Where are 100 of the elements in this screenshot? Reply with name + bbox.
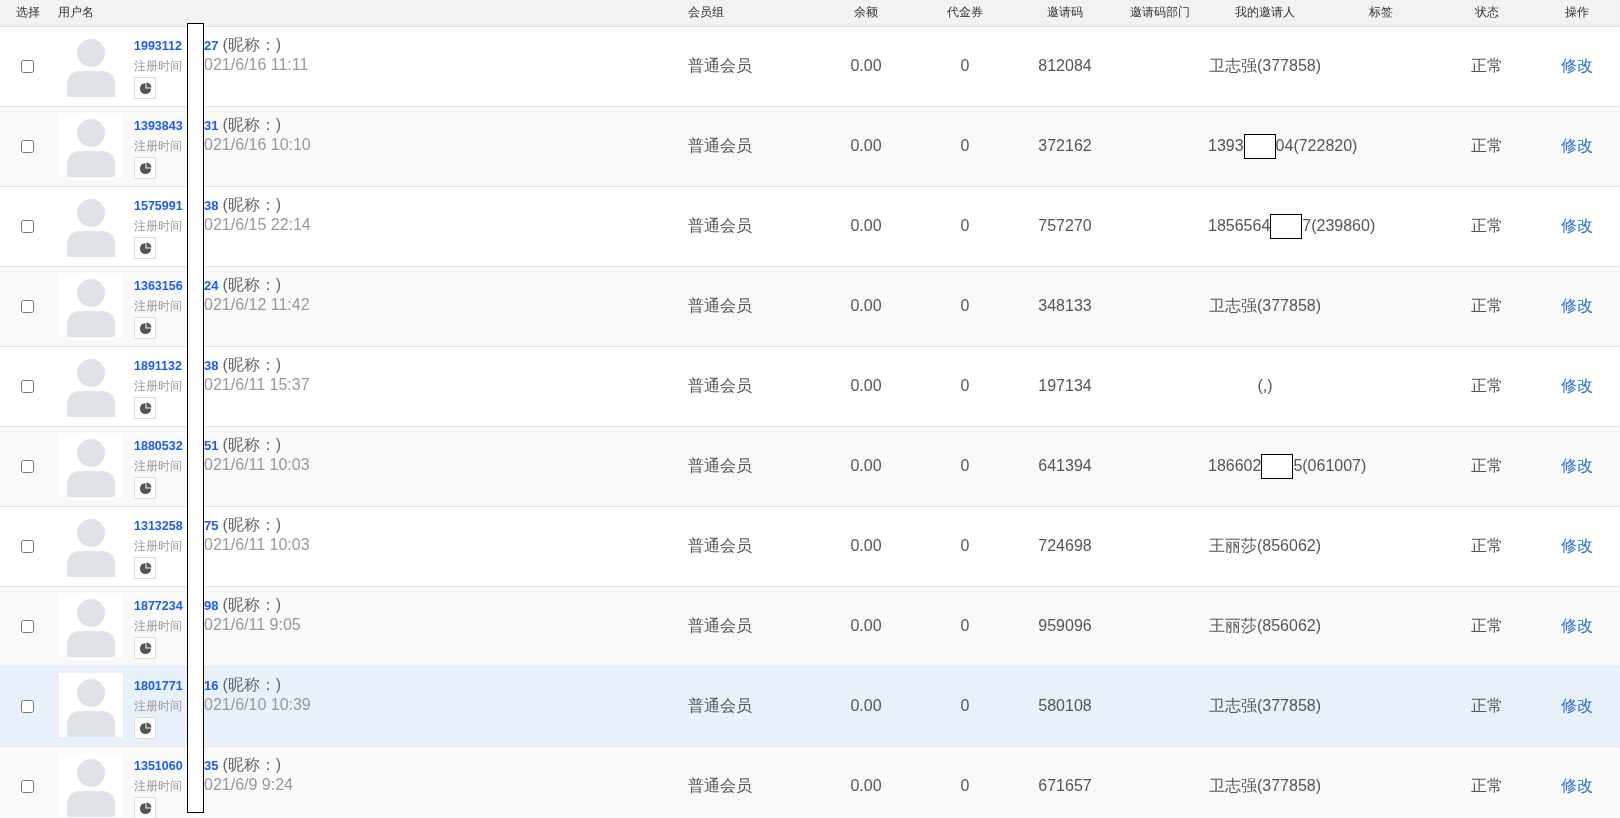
chart-button[interactable]: [134, 77, 156, 99]
row-checkbox[interactable]: [21, 699, 34, 713]
inviter-name: 1393: [1208, 136, 1244, 154]
column-header: 标签: [1369, 5, 1393, 20]
inviter-name: 卫志强(377858): [1208, 296, 1321, 314]
pie-chart-icon: [138, 401, 152, 415]
username: 1891132: [134, 359, 183, 373]
register-label: 注册时间: [134, 458, 183, 475]
status-text: 正常: [1471, 56, 1503, 74]
chart-button[interactable]: [134, 797, 156, 818]
status-text: 正常: [1471, 776, 1503, 794]
pie-chart-icon: [138, 81, 152, 95]
row-checkbox[interactable]: [21, 299, 34, 313]
status-text: 正常: [1471, 376, 1503, 394]
balance: 0.00: [850, 57, 882, 74]
username: 1575991: [134, 199, 184, 213]
invite-code: 348133: [1038, 297, 1092, 314]
member-group: 普通会员: [688, 616, 752, 634]
row-checkbox[interactable]: [21, 219, 34, 233]
balance: 0.00: [850, 217, 882, 234]
row-checkbox[interactable]: [21, 139, 34, 153]
voucher-count: 0: [960, 57, 970, 74]
column-header: 代金券: [947, 5, 983, 20]
register-time: 021/6/12 11:42: [204, 296, 310, 314]
member-group: 普通会员: [688, 136, 752, 154]
edit-link[interactable]: 修改: [1561, 696, 1593, 714]
row-checkbox[interactable]: [21, 459, 34, 473]
pie-chart-icon: [138, 801, 152, 815]
status-text: 正常: [1471, 216, 1503, 234]
register-label: 注册时间: [134, 218, 183, 235]
chart-button[interactable]: [134, 557, 156, 579]
edit-link[interactable]: 修改: [1561, 376, 1593, 394]
status-text: 正常: [1471, 456, 1503, 474]
row-checkbox[interactable]: [21, 379, 34, 393]
member-group: 普通会员: [688, 696, 752, 714]
row-checkbox[interactable]: [21, 619, 34, 633]
register-label: 注册时间: [134, 538, 183, 555]
edit-link[interactable]: 修改: [1561, 616, 1593, 634]
status-text: 正常: [1471, 696, 1503, 714]
redaction-box: [1270, 213, 1303, 239]
register-time: 021/6/16 11:11: [204, 56, 309, 74]
inviter-name: 5(061007): [1293, 456, 1367, 474]
username: 24: [204, 278, 219, 293]
inviter-name: 卫志强(377858): [1208, 776, 1321, 794]
register-label: 注册时间: [134, 58, 183, 75]
register-time: 021/6/11 9:05: [204, 616, 301, 634]
edit-link[interactable]: 修改: [1561, 776, 1593, 794]
chart-button[interactable]: [134, 717, 156, 739]
nickname: (昵称：): [222, 755, 282, 775]
row-checkbox[interactable]: [21, 59, 34, 73]
inviter-name: 04(722820): [1275, 136, 1358, 154]
pie-chart-icon: [138, 161, 152, 175]
balance: 0.00: [850, 617, 882, 634]
row-checkbox[interactable]: [21, 779, 34, 793]
chart-button[interactable]: [134, 637, 156, 659]
username: 38: [204, 358, 219, 373]
nickname: (昵称：): [222, 675, 282, 695]
register-label: 注册时间: [134, 138, 183, 155]
nickname: (昵称：): [222, 435, 282, 455]
voucher-count: 0: [960, 777, 970, 794]
voucher-count: 0: [960, 617, 970, 634]
chart-button[interactable]: [134, 397, 156, 419]
edit-link[interactable]: 修改: [1561, 136, 1593, 154]
edit-link[interactable]: 修改: [1561, 296, 1593, 314]
nickname: (昵称：): [222, 355, 282, 375]
chart-button[interactable]: [134, 237, 156, 259]
column-header: 会员组: [688, 5, 724, 20]
username: 51: [204, 438, 219, 453]
register-time: 021/6/11 10:03: [204, 536, 310, 554]
register-time: 021/6/15 22:14: [204, 216, 311, 234]
username: 27: [204, 38, 219, 53]
register-time: 021/6/11 15:37: [204, 376, 310, 394]
pie-chart-icon: [138, 561, 152, 575]
voucher-count: 0: [960, 297, 970, 314]
invite-code: 197134: [1038, 377, 1092, 394]
username: 38: [204, 198, 219, 213]
balance: 0.00: [850, 457, 882, 474]
column-header: 选择: [16, 5, 40, 20]
column-header: 操作: [1565, 5, 1589, 20]
chart-button[interactable]: [134, 477, 156, 499]
chart-button[interactable]: [134, 157, 156, 179]
username: 1880532: [134, 439, 184, 453]
nickname: (昵称：): [222, 35, 282, 55]
pie-chart-icon: [138, 481, 152, 495]
edit-link[interactable]: 修改: [1561, 216, 1593, 234]
chart-button[interactable]: [134, 317, 156, 339]
inviter-name: 7(239860): [1302, 216, 1376, 234]
member-group: 普通会员: [688, 216, 752, 234]
invite-code: 757270: [1038, 217, 1092, 234]
edit-link[interactable]: 修改: [1561, 56, 1593, 74]
row-checkbox[interactable]: [21, 539, 34, 553]
inviter-name: 卫志强(377858): [1208, 56, 1321, 74]
pie-chart-icon: [138, 321, 152, 335]
status-text: 正常: [1471, 296, 1503, 314]
register-label: 注册时间: [134, 298, 183, 315]
status-text: 正常: [1471, 536, 1503, 554]
edit-link[interactable]: 修改: [1561, 456, 1593, 474]
invite-code: 812084: [1038, 57, 1092, 74]
voucher-count: 0: [960, 697, 970, 714]
edit-link[interactable]: 修改: [1561, 536, 1593, 554]
